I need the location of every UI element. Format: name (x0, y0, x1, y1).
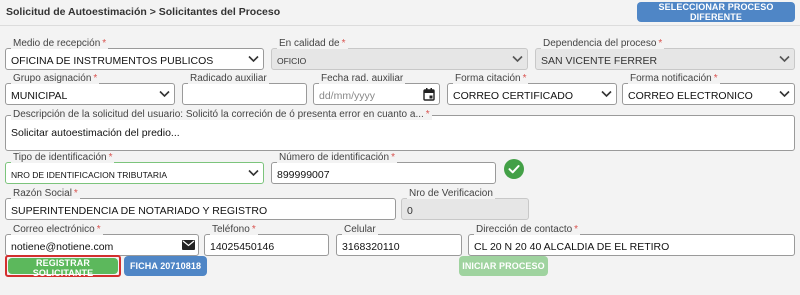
correo-input[interactable]: notiene@notiene.com (5, 234, 199, 256)
envelope-icon (182, 240, 195, 250)
medio-recepcion-label: Medio de recepción (13, 38, 101, 49)
celular-input[interactable]: 3168320110 (336, 234, 462, 256)
forma-citacion-label: Forma citación (455, 73, 521, 84)
en-calidad-de-field: En calidad de * OFICIO (271, 38, 528, 70)
nro-verificacion-label: Nro de Verificacion (409, 188, 493, 199)
page-header: Solicitud de Autoestimación > Solicitant… (0, 0, 800, 28)
chevron-down-icon (159, 90, 170, 98)
direccion-input[interactable]: CL 20 N 20 40 ALCALDIA DE EL RETIRO (468, 234, 795, 256)
en-calidad-de-select[interactable]: OFICIO (271, 48, 528, 70)
header-divider (0, 25, 800, 26)
numero-identificacion-label: Número de identificación (279, 152, 390, 163)
telefono-label: Teléfono (212, 224, 250, 235)
celular-label: Celular (344, 224, 376, 235)
forma-citacion-field: Forma citación * CORREO CERTIFICADO (447, 73, 617, 105)
razon-social-label: Razón Social (13, 188, 72, 199)
numero-identificacion-input[interactable]: 899999007 (271, 162, 496, 184)
descripcion-textarea[interactable]: Solicitar autoestimación del predio... (5, 115, 795, 151)
grupo-asignacion-field: Grupo asignación * MUNICIPAL (5, 73, 175, 105)
chevron-down-icon (779, 90, 790, 98)
chevron-down-icon (601, 90, 612, 98)
medio-recepcion-field: Medio de recepción * OFICINA DE INSTRUMEN… (5, 38, 264, 70)
select-different-process-button[interactable]: SELECCIONAR PROCESO DIFERENTE (637, 2, 795, 22)
ficha-button[interactable]: FICHA 20710818 (124, 256, 207, 276)
chevron-down-icon (248, 55, 259, 63)
registrar-highlight: REGISTRAR SOLICITANTE (5, 255, 121, 278)
iniciar-proceso-button[interactable]: INICIAR PROCESO (459, 256, 548, 276)
grupo-asignacion-select[interactable]: MUNICIPAL (5, 83, 175, 105)
direccion-label: Dirección de contacto (476, 224, 573, 235)
dependencia-label: Dependencia del proceso (543, 38, 657, 49)
radicado-auxiliar-label: Radicado auxiliar (190, 73, 267, 84)
nro-verificacion-input[interactable]: 0 (401, 198, 529, 220)
celular-field: Celular 3168320110 (336, 224, 462, 256)
forma-citacion-select[interactable]: CORREO CERTIFICADO (447, 83, 617, 105)
tipo-identificacion-field: Tipo de identificación * NRO DE IDENTIFIC… (5, 152, 264, 184)
tipo-identificacion-select[interactable]: NRO DE IDENTIFICACION TRIBUTARIA (5, 162, 264, 184)
razon-social-field: Razón Social * SUPERINTENDENCIA DE NOTARI… (5, 188, 396, 220)
chevron-down-icon (248, 169, 259, 177)
forma-notificacion-select[interactable]: CORREO ELECTRONICO (622, 83, 795, 105)
correo-label: Correo electrónico (13, 224, 95, 235)
dependencia-field: Dependencia del proceso * SAN VICENTE FER… (535, 38, 795, 70)
check-circle-icon (504, 159, 524, 179)
fecha-rad-auxiliar-label: Fecha rad. auxiliar (321, 73, 404, 84)
descripcion-label: Descripción de la solicitud del usuario:… (13, 109, 424, 120)
registrar-solicitante-button[interactable]: REGISTRAR SOLICITANTE (8, 258, 118, 278)
chevron-down-icon (779, 55, 790, 63)
chevron-down-icon (512, 55, 523, 63)
forma-notificacion-label: Forma notificación (630, 73, 712, 84)
checkmark-icon (508, 165, 520, 174)
dependencia-select[interactable]: SAN VICENTE FERRER (535, 48, 795, 70)
breadcrumb: Solicitud de Autoestimación > Solicitant… (6, 6, 281, 18)
fecha-rad-auxiliar-input[interactable]: dd/mm/yyyy (313, 83, 440, 105)
nro-verificacion-field: Nro de Verificacion 0 (401, 188, 529, 220)
en-calidad-de-label: En calidad de (279, 38, 340, 49)
telefono-input[interactable]: 14025450146 (204, 234, 329, 256)
direccion-field: Dirección de contacto * CL 20 N 20 40 ALC… (468, 224, 795, 256)
grupo-asignacion-label: Grupo asignación (13, 73, 92, 84)
descripcion-field: Descripción de la solicitud del usuario:… (5, 109, 795, 151)
razon-social-input[interactable]: SUPERINTENDENCIA DE NOTARIADO Y REGISTRO (5, 198, 396, 220)
medio-recepcion-select[interactable]: OFICINA DE INSTRUMENTOS PUBLICOS (5, 48, 264, 70)
forma-notificacion-field: Forma notificación * CORREO ELECTRONICO (622, 73, 795, 105)
calendar-icon[interactable] (423, 88, 435, 101)
tipo-identificacion-label: Tipo de identificación (13, 152, 107, 163)
radicado-auxiliar-input[interactable] (182, 83, 307, 105)
radicado-auxiliar-field: Radicado auxiliar (182, 73, 307, 105)
correo-field: Correo electrónico * notiene@notiene.com (5, 224, 199, 256)
telefono-field: Teléfono * 14025450146 (204, 224, 329, 256)
fecha-rad-auxiliar-field: Fecha rad. auxiliar dd/mm/yyyy (313, 73, 440, 105)
numero-identificacion-field: Número de identificación * 899999007 (271, 152, 496, 184)
